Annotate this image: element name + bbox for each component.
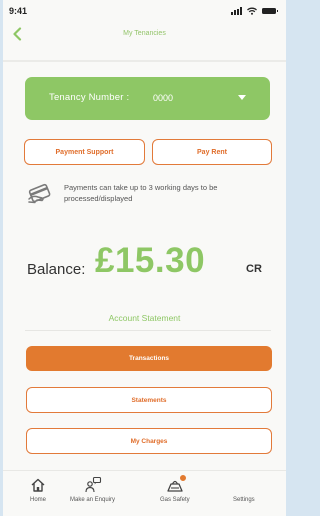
notification-badge [178,474,187,482]
page-title: My Tenancies [123,30,166,37]
account-statement-title: Account Statement [108,313,181,323]
status-icons [231,7,278,15]
caret-down-icon [238,95,246,100]
tab-make-an-enquiry-label: Make an Enquiry [70,497,116,503]
statements-button[interactable]: Statements [26,387,272,413]
app-screen: 9:41 My Tenancies Tenancy Number: 0000 … [3,0,286,516]
wifi-icon [247,7,257,15]
gas-safety-icon [165,474,187,495]
tab-home[interactable]: Home [28,475,48,503]
tab-settings-label: Settings [233,497,255,503]
pay-rent-button[interactable]: Pay Rent [152,139,272,165]
transactions-button[interactable]: Transactions [26,346,272,371]
tab-gas-safety-label: Gas Safety [160,497,190,503]
status-time: 9:41 [9,6,28,16]
header: My Tenancies [3,24,286,46]
tab-settings[interactable]: Settings [233,475,255,503]
balance-amount: £15.30 [95,241,206,280]
status-bar: 9:41 [3,0,286,26]
balance-credit-indicator: CR [246,263,262,275]
tenancy-number-label: Tenancy Number : [49,92,130,103]
battery-icon [262,8,278,14]
balance-label: Balance: [27,261,86,278]
tab-gas-safety[interactable]: Gas Safety [160,474,190,503]
settings-icon [234,475,254,495]
tenancy-number-dropdown[interactable]: Tenancy Number : 0000 [25,77,270,120]
tenancy-number-value: 0000 [153,93,174,103]
payment-processing-notice: Payments can take up to 3 working days t… [64,183,218,203]
balance-display: Balance: £15.30 CR [27,237,277,287]
enquiry-icon [83,475,103,495]
tab-home-label: Home [29,497,46,503]
payment-support-button[interactable]: Payment Support [24,139,145,165]
header-divider [3,60,286,62]
card-payment-icon [27,183,53,205]
section-divider [25,330,271,331]
tab-make-an-enquiry[interactable]: Make an Enquiry [70,475,115,503]
home-icon [28,475,48,495]
my-charges-button[interactable]: My Charges [26,428,272,454]
tabbar-divider [3,470,286,471]
signal-icon [231,7,242,15]
